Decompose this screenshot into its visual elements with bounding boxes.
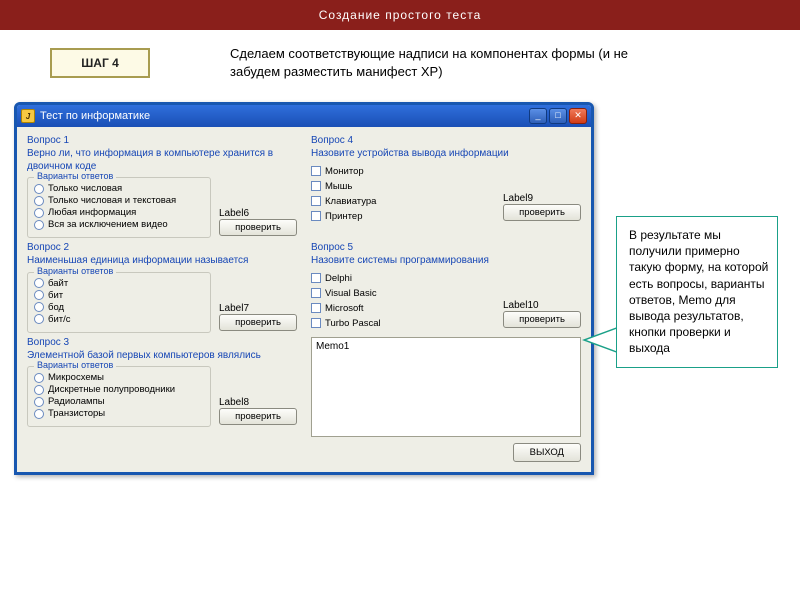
checkbox-option[interactable]: Монитор [311, 166, 495, 177]
app-icon: J [21, 109, 35, 123]
question-3: Вопрос 3 Элементной базой первых компьют… [27, 337, 297, 462]
checkbox-icon [311, 211, 321, 221]
groupbox-legend: Варианты ответов [34, 360, 116, 370]
form-body: Вопрос 1 Верно ли, что информация в комп… [17, 127, 591, 472]
checkbox-icon [311, 318, 321, 328]
groupbox-legend: Варианты ответов [34, 171, 116, 181]
radio-icon [34, 314, 44, 324]
titlebar[interactable]: J Тест по информатике _ □ ✕ [17, 105, 591, 127]
question-text: Назовите устройства вывода информации [311, 148, 581, 161]
check-button[interactable]: проверить [219, 314, 297, 331]
radio-option[interactable]: Микросхемы [34, 372, 204, 383]
checkbox-icon [311, 273, 321, 283]
app-window: J Тест по информатике _ □ ✕ Вопрос 1 Вер… [14, 102, 594, 475]
close-button[interactable]: ✕ [569, 108, 587, 124]
question-4: Вопрос 4 Назовите устройства вывода инфо… [311, 135, 581, 238]
checkbox-icon [311, 166, 321, 176]
side-col: Label8 проверить [219, 397, 297, 427]
radio-icon [34, 302, 44, 312]
side-col: Label6 проверить [219, 208, 297, 238]
checkbox-icon [311, 181, 321, 191]
checkbox-option[interactable]: Turbo Pascal [311, 318, 495, 329]
checkbox-option[interactable]: Мышь [311, 181, 495, 192]
check-button[interactable]: проверить [219, 219, 297, 236]
result-label: Label9 [503, 193, 581, 204]
checkbox-icon [311, 288, 321, 298]
question-num: Вопрос 3 [27, 337, 297, 348]
checkbox-option[interactable]: Microsoft [311, 303, 495, 314]
question-2: Вопрос 2 Наименьшая единица информации н… [27, 242, 297, 333]
step-badge: ШАГ 4 [50, 48, 150, 78]
answers-group: Варианты ответов Только числовая Только … [27, 177, 211, 238]
check-button[interactable]: проверить [219, 408, 297, 425]
step-label: ШАГ 4 [81, 56, 119, 70]
side-col: Label10 проверить [503, 300, 581, 330]
result-label: Label8 [219, 397, 297, 408]
radio-option[interactable]: Дискретные полупроводники [34, 384, 204, 395]
radio-icon [34, 397, 44, 407]
radio-icon [34, 184, 44, 194]
answers-group: Варианты ответов байт бит бод бит/с [27, 272, 211, 333]
radio-option[interactable]: бит [34, 290, 204, 301]
slide-header: Создание простого теста [0, 0, 800, 30]
result-label: Label10 [503, 300, 581, 311]
question-num: Вопрос 5 [311, 242, 581, 253]
checkbox-option[interactable]: Delphi [311, 273, 495, 284]
radio-option[interactable]: Радиолампы [34, 396, 204, 407]
memo-field[interactable]: Memo1 [311, 337, 581, 437]
radio-icon [34, 290, 44, 300]
checkbox-icon [311, 303, 321, 313]
checkbox-option[interactable]: Принтер [311, 211, 495, 222]
radio-icon [34, 409, 44, 419]
answers-group: Варианты ответов Микросхемы Дискретные п… [27, 366, 211, 427]
checkbox-option[interactable]: Клавиатура [311, 196, 495, 207]
check-button[interactable]: проверить [503, 204, 581, 221]
radio-option[interactable]: Вся за исключением видео [34, 219, 204, 230]
radio-option[interactable]: бод [34, 302, 204, 313]
radio-icon [34, 208, 44, 218]
radio-icon [34, 385, 44, 395]
radio-icon [34, 196, 44, 206]
result-label: Label7 [219, 303, 297, 314]
radio-option[interactable]: Любая информация [34, 207, 204, 218]
radio-option[interactable]: бит/с [34, 314, 204, 325]
callout-box: В результате мы получили примерно такую … [616, 216, 778, 368]
window-title: Тест по информатике [40, 110, 529, 122]
slide: Создание простого теста ШАГ 4 Сделаем со… [0, 0, 800, 600]
radio-option[interactable]: Транзисторы [34, 408, 204, 419]
question-num: Вопрос 4 [311, 135, 581, 146]
memo-block: Memo1 ВЫХОД [311, 337, 581, 462]
radio-icon [34, 373, 44, 383]
radio-option[interactable]: Только числовая [34, 183, 204, 194]
question-text: Верно ли, что информация в компьютере хр… [27, 148, 297, 173]
window-controls: _ □ ✕ [529, 108, 587, 124]
radio-option[interactable]: байт [34, 278, 204, 289]
question-5: Вопрос 5 Назовите системы программирован… [311, 242, 581, 333]
exit-button[interactable]: ВЫХОД [513, 443, 581, 462]
callout-text: В результате мы получили примерно такую … [629, 228, 768, 355]
question-1: Вопрос 1 Верно ли, что информация в комп… [27, 135, 297, 238]
question-num: Вопрос 2 [27, 242, 297, 253]
minimize-button[interactable]: _ [529, 108, 547, 124]
slide-title: Создание простого теста [319, 8, 482, 22]
groupbox-legend: Варианты ответов [34, 266, 116, 276]
side-col: Label7 проверить [219, 303, 297, 333]
intro-text: Сделаем соответствующие надписи на компо… [230, 45, 660, 80]
maximize-button[interactable]: □ [549, 108, 567, 124]
checkbox-icon [311, 196, 321, 206]
side-col: Label9 проверить [503, 193, 581, 223]
check-button[interactable]: проверить [503, 311, 581, 328]
question-num: Вопрос 1 [27, 135, 297, 146]
radio-icon [34, 220, 44, 230]
checkbox-option[interactable]: Visual Basic [311, 288, 495, 299]
radio-icon [34, 278, 44, 288]
radio-option[interactable]: Только числовая и текстовая [34, 195, 204, 206]
question-text: Назовите системы программирования [311, 255, 581, 268]
result-label: Label6 [219, 208, 297, 219]
